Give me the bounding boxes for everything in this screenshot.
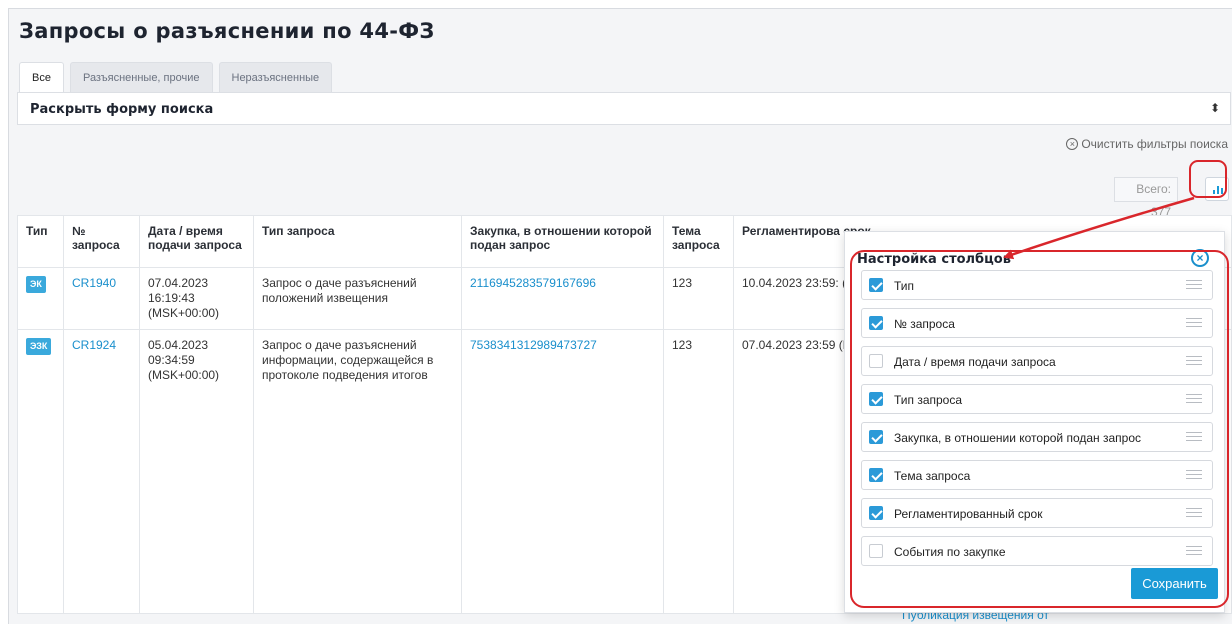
clear-filters-link[interactable]: × Очистить фильтры поиска bbox=[1066, 137, 1228, 151]
request-number-link[interactable]: CR1940 bbox=[72, 276, 116, 290]
total-count: Всего: 377 bbox=[1114, 177, 1178, 219]
request-type-cell: Запрос о даче разъяснений положений изве… bbox=[253, 267, 462, 330]
purchase-cell: 2116945283579167696 bbox=[461, 267, 664, 330]
header-number[interactable]: № запроса bbox=[63, 215, 140, 268]
header-topic[interactable]: Тема запроса bbox=[663, 215, 734, 268]
purchase-cell: 7538341312989473727 bbox=[461, 329, 664, 614]
number-cell: CR1940 bbox=[63, 267, 140, 330]
tab-clarified[interactable]: Разъясненные, прочие bbox=[69, 62, 213, 92]
type-badge: ЭЗК bbox=[26, 338, 52, 355]
search-form-toggle[interactable]: Раскрыть форму поиска ⬍ bbox=[17, 92, 1231, 125]
header-type[interactable]: Тип bbox=[17, 215, 64, 268]
highlight-frame bbox=[1189, 160, 1227, 198]
type-cell: ЭЗК bbox=[17, 329, 64, 614]
datetime-cell: 07.04.2023 16:19:43 (MSK+00:00) bbox=[139, 267, 254, 330]
topic-cell: 123 bbox=[663, 267, 734, 330]
datetime-cell: 05.04.2023 09:34:59 (MSK+00:00) bbox=[139, 329, 254, 614]
tabs-bar: Все Разъясненные, прочие Неразъясненные bbox=[19, 62, 338, 92]
tab-all[interactable]: Все bbox=[19, 62, 64, 92]
tab-unclarified[interactable]: Неразъясненные bbox=[218, 62, 333, 92]
request-number-link[interactable]: CR1924 bbox=[72, 338, 116, 352]
type-badge: ЭК bbox=[26, 276, 46, 293]
page-title: Запросы о разъяснении по 44-ФЗ bbox=[19, 19, 435, 43]
header-datetime[interactable]: Дата / время подачи запроса bbox=[139, 215, 254, 268]
clear-circle-icon: × bbox=[1066, 138, 1079, 150]
type-cell: ЭК bbox=[17, 267, 64, 330]
purchase-link[interactable]: 7538341312989473727 bbox=[470, 338, 597, 352]
topic-cell: 123 bbox=[663, 329, 734, 614]
expand-caret-icon: ⬍ bbox=[1209, 101, 1220, 115]
search-form-toggle-label: Раскрыть форму поиска bbox=[30, 102, 214, 117]
highlight-frame bbox=[850, 250, 1229, 608]
header-request-type[interactable]: Тип запроса bbox=[253, 215, 462, 268]
purchase-link[interactable]: 2116945283579167696 bbox=[470, 276, 596, 290]
header-purchase[interactable]: Закупка, в отношении которой подан запро… bbox=[461, 215, 664, 268]
request-type-cell: Запрос о даче разъяснений информации, со… bbox=[253, 329, 462, 614]
number-cell: CR1924 bbox=[63, 329, 140, 614]
clear-filters-label: Очистить фильтры поиска bbox=[1081, 137, 1228, 151]
